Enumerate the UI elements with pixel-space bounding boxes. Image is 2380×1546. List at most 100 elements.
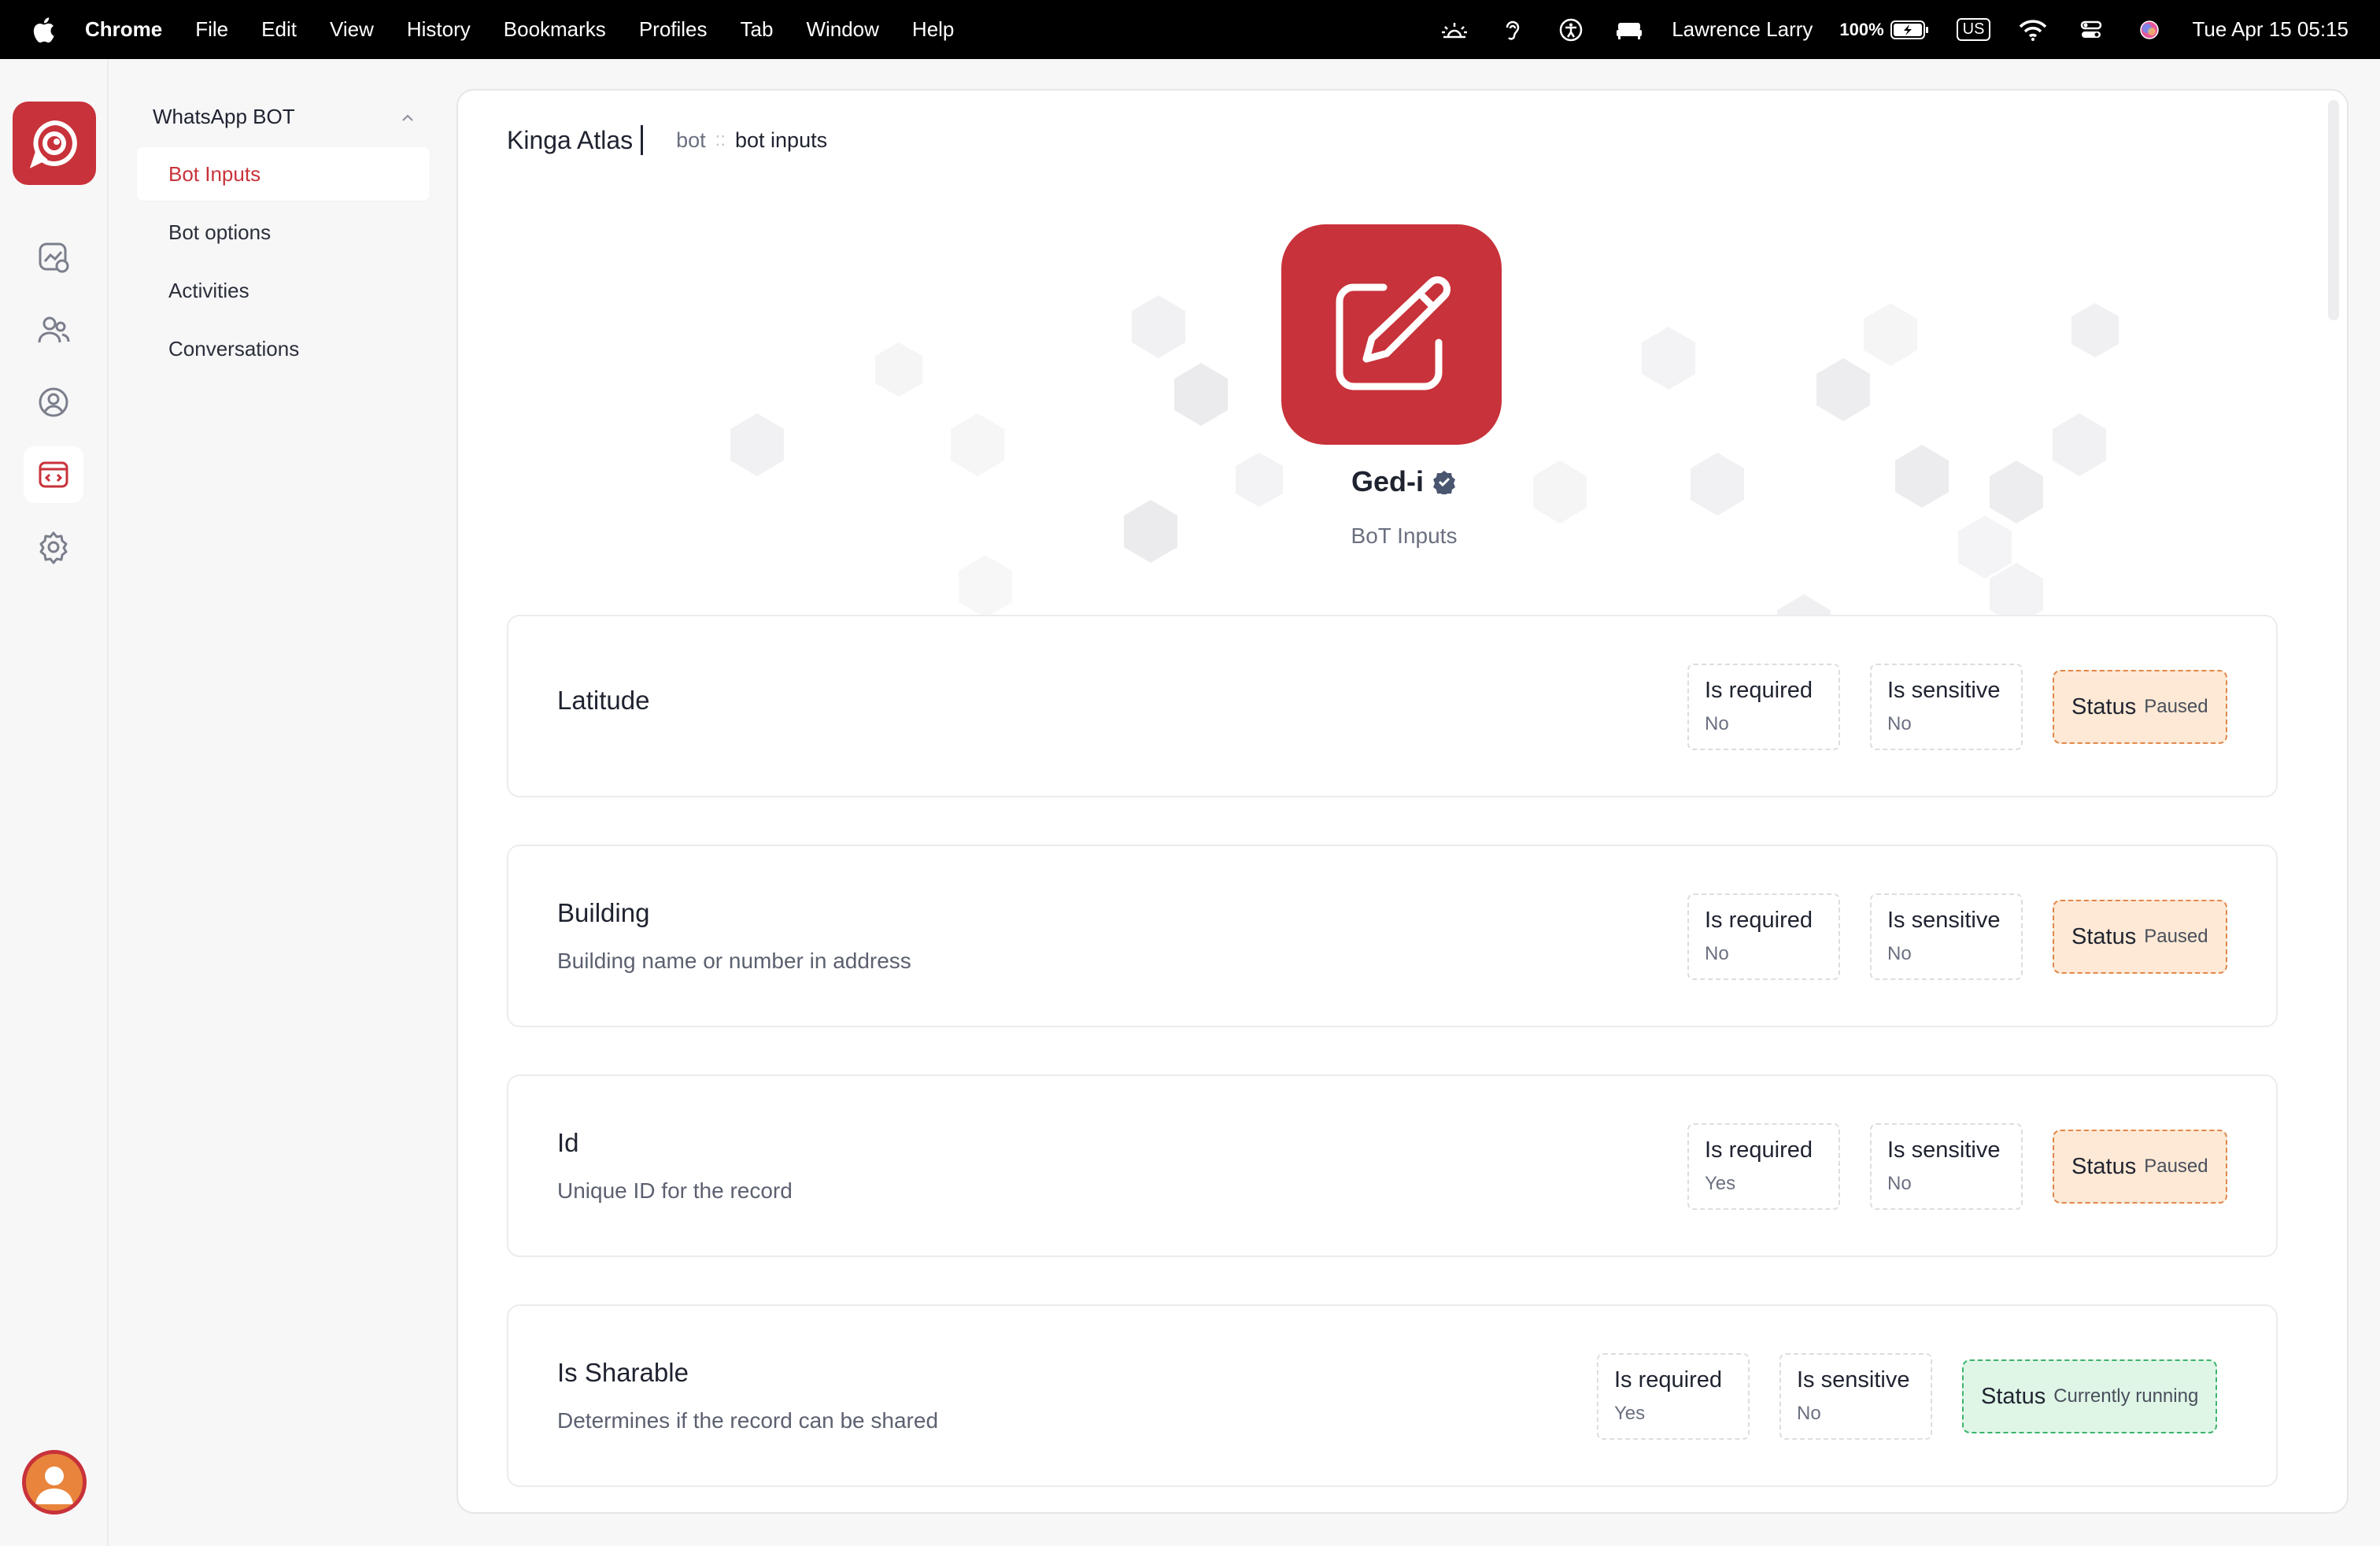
avatar-person-icon: [35, 1466, 73, 1504]
workspace-name[interactable]: Kinga Atlas: [507, 126, 633, 155]
text-cursor: [641, 125, 644, 155]
siri-icon[interactable]: [2134, 17, 2165, 43]
input-name: Building: [557, 898, 650, 927]
status-label: Status: [2071, 923, 2137, 949]
menu-help[interactable]: Help: [912, 17, 954, 42]
bot-name: Ged-i: [1351, 465, 1424, 497]
menu-tab[interactable]: Tab: [741, 17, 774, 42]
breadcrumb-parent[interactable]: bot: [676, 128, 706, 153]
status-value: Currently running: [2053, 1385, 2199, 1407]
is-required-badge: Is required Yes: [1597, 1353, 1750, 1440]
badge-label: Is required: [1705, 1137, 1813, 1163]
badge-label: Is sensitive: [1887, 678, 2001, 703]
sleep-bed-icon[interactable]: [1613, 17, 1645, 43]
sidebar-item-conversations[interactable]: Conversations: [137, 322, 430, 375]
is-required-badge: Is required Yes: [1687, 1123, 1840, 1210]
menubar-clock[interactable]: Tue Apr 15 05:15: [2192, 17, 2349, 42]
input-card-is-sharable[interactable]: Is Sharable Determines if the record can…: [507, 1304, 2278, 1487]
is-sensitive-badge: Is sensitive No: [1870, 893, 2023, 980]
menubar-user[interactable]: Lawrence Larry: [1672, 17, 1813, 42]
menu-file[interactable]: File: [195, 17, 228, 42]
bot-title: Ged-i: [458, 465, 2347, 498]
badge-value: Yes: [1705, 1173, 1736, 1194]
status-badge: Status Paused: [2053, 900, 2227, 974]
chevron-up-icon[interactable]: [399, 109, 416, 127]
input-name: Is Sharable: [557, 1358, 689, 1387]
verified-badge-icon: [1433, 471, 1455, 494]
status-value: Paused: [2144, 1156, 2208, 1177]
is-required-badge: Is required No: [1687, 893, 1840, 980]
accessibility-icon[interactable]: [1555, 17, 1587, 43]
user-circle-icon: [39, 387, 68, 417]
is-sensitive-badge: Is sensitive No: [1870, 664, 2023, 750]
badge-value: Yes: [1614, 1403, 1646, 1424]
input-description: Determines if the record can be shared: [557, 1408, 939, 1433]
bot-subtitle: BoT Inputs: [1351, 523, 1458, 548]
badge-label: Is sensitive: [1887, 1137, 2001, 1163]
is-required-badge: Is required No: [1687, 664, 1840, 750]
badge-label: Is required: [1705, 678, 1813, 703]
breadcrumb: Kinga Atlas bot :: bot inputs: [507, 125, 827, 155]
input-card-building[interactable]: Building Building name or number in addr…: [507, 845, 2278, 1027]
status-area: Lawrence Larry 100% US Tue Apr 15 05:15: [1439, 0, 2349, 59]
sidebar-group-title[interactable]: WhatsApp BOT: [153, 105, 420, 129]
hearing-icon[interactable]: [1497, 17, 1528, 43]
status-badge: Status Currently running: [1962, 1359, 2218, 1433]
badge-label: Is required: [1705, 908, 1813, 933]
status-label: Status: [1981, 1383, 2046, 1409]
is-sensitive-badge: Is sensitive No: [1779, 1353, 1932, 1440]
gear-icon: [39, 531, 68, 564]
sidebar-item-bot-inputs[interactable]: Bot Inputs: [137, 147, 430, 201]
bot-avatar: [1281, 224, 1502, 445]
code-window-icon: [39, 461, 68, 488]
user-avatar[interactable]: [22, 1450, 87, 1515]
nav-bots[interactable]: [24, 446, 83, 503]
menu-profiles[interactable]: Profiles: [639, 17, 708, 42]
status-label: Status: [2071, 693, 2137, 719]
chart-icon: [39, 242, 69, 273]
input-description: Building name or number in address: [557, 949, 911, 973]
menu-view[interactable]: View: [330, 17, 374, 42]
battery-status[interactable]: 100%: [1839, 20, 1929, 40]
menu-bar: Chrome File Edit View History Bookmarks …: [0, 0, 2380, 59]
breadcrumb-current: bot inputs: [735, 128, 828, 152]
status-value: Paused: [2144, 926, 2208, 947]
badge-label: Is sensitive: [1797, 1367, 1910, 1393]
input-card-latitude[interactable]: Latitude Is required No Is sensitive No …: [507, 615, 2278, 797]
menu-chrome[interactable]: Chrome: [85, 17, 162, 42]
battery-percent: 100%: [1839, 19, 1884, 39]
brightness-icon[interactable]: [1439, 17, 1470, 43]
chat-eye-logo-icon: [29, 120, 77, 168]
nav-profile[interactable]: [35, 383, 72, 421]
badge-value: No: [1887, 1173, 1912, 1194]
nav-analytics[interactable]: [35, 239, 72, 276]
menu-history[interactable]: History: [407, 17, 471, 42]
badge-value: No: [1705, 943, 1729, 964]
sidebar-item-bot-options[interactable]: Bot options: [137, 205, 430, 259]
app-logo[interactable]: [13, 102, 96, 185]
menu-window[interactable]: Window: [806, 17, 878, 42]
input-description: Unique ID for the record: [557, 1178, 793, 1203]
nav-users[interactable]: [35, 311, 72, 349]
status-badge: Status Paused: [2053, 670, 2227, 744]
badge-value: No: [1797, 1403, 1821, 1424]
input-card-id[interactable]: Id Unique ID for the record Is required …: [507, 1074, 2278, 1257]
main-panel: Kinga Atlas bot :: bot inputs Ged-i BoT …: [456, 89, 2349, 1514]
apple-icon[interactable]: [31, 17, 55, 43]
wifi-icon[interactable]: [2017, 17, 2049, 43]
badge-value: No: [1705, 713, 1729, 734]
menu-edit[interactable]: Edit: [261, 17, 297, 42]
control-center-icon[interactable]: [2075, 17, 2107, 43]
nav-settings[interactable]: [35, 528, 72, 566]
edit-pencil-icon: [1336, 276, 1451, 390]
is-sensitive-badge: Is sensitive No: [1870, 1123, 2023, 1210]
sidebar-item-activities[interactable]: Activities: [137, 264, 430, 317]
input-name: Latitude: [557, 686, 650, 715]
status-value: Paused: [2144, 696, 2208, 717]
bot-header: Ged-i BoT Inputs: [458, 193, 2347, 681]
input-source-badge[interactable]: US: [1956, 18, 1991, 41]
badge-label: Is required: [1614, 1367, 1723, 1393]
menu-bookmarks[interactable]: Bookmarks: [504, 17, 606, 42]
battery-icon: [1890, 20, 1928, 39]
sub-sidebar: WhatsApp BOT Bot Inputs Bot options Acti…: [110, 59, 449, 1546]
